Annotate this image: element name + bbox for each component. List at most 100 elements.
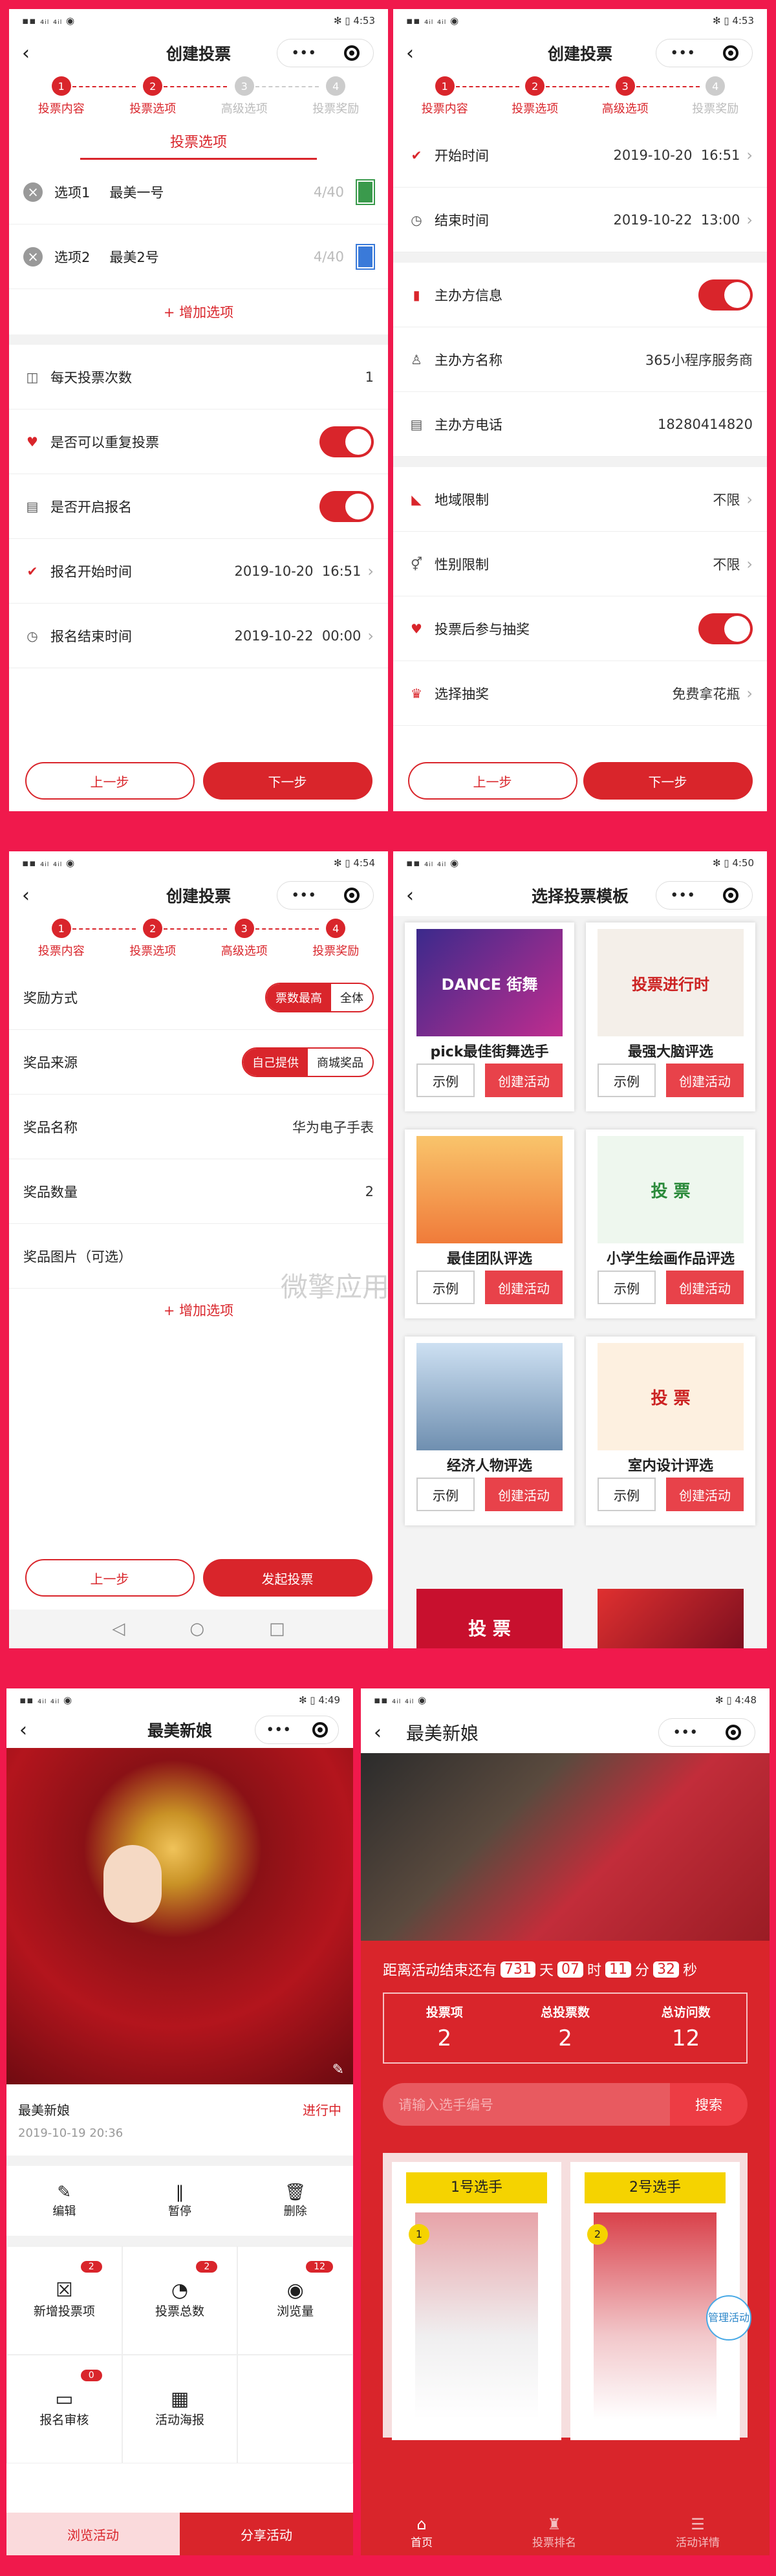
capsule-menu[interactable]: ••• bbox=[656, 881, 753, 910]
back-icon[interactable]: ‹ bbox=[374, 1721, 382, 1744]
edit-icon[interactable]: ✎ bbox=[332, 2062, 344, 2078]
region-row[interactable]: ◣ 地域限制 不限 › bbox=[393, 467, 767, 532]
host-name-input[interactable]: 365小程序服务商 bbox=[645, 350, 753, 369]
add-option-button[interactable]: + 增加选项 bbox=[9, 289, 388, 334]
lottery-toggle[interactable] bbox=[698, 613, 753, 644]
demo-button[interactable]: 示例 bbox=[416, 1478, 475, 1511]
registration-toggle[interactable] bbox=[319, 490, 374, 522]
more-icon[interactable]: ••• bbox=[673, 1725, 698, 1741]
back-triangle-icon[interactable]: ◁ bbox=[112, 1619, 125, 1639]
create-activity-button[interactable]: 创建活动 bbox=[485, 1478, 563, 1511]
template-card[interactable]: 投 票室内设计评选 示例 创建活动 bbox=[586, 1337, 755, 1525]
template-card[interactable]: DANCE 街舞 pick最佳街舞选手 示例 创建活动 bbox=[405, 922, 574, 1111]
close-target-icon[interactable] bbox=[343, 888, 360, 903]
back-icon[interactable]: ‹ bbox=[406, 884, 414, 907]
back-icon[interactable]: ‹ bbox=[22, 42, 30, 65]
close-target-icon[interactable] bbox=[312, 1722, 328, 1738]
cover-image: ✎ bbox=[6, 1748, 353, 2084]
capsule-menu[interactable]: ••• bbox=[255, 1716, 339, 1744]
more-icon[interactable]: ••• bbox=[291, 888, 316, 904]
create-activity-button[interactable]: 创建活动 bbox=[666, 1271, 744, 1304]
back-icon[interactable]: ‹ bbox=[19, 1719, 27, 1741]
demo-button[interactable]: 示例 bbox=[598, 1064, 656, 1097]
option-row-1[interactable]: × 选项1 最美一号 4/40 bbox=[9, 160, 388, 224]
back-icon[interactable]: ‹ bbox=[406, 42, 414, 65]
template-image bbox=[416, 1343, 563, 1450]
summary-box: 投票项 2 总投票数 2 总访问数 12 bbox=[383, 1992, 748, 2064]
choose-lottery-row[interactable]: ♛ 选择抽奖 免费拿花瓶 › bbox=[393, 661, 767, 726]
recent-square-icon[interactable]: □ bbox=[269, 1619, 285, 1639]
reward-method-switch[interactable]: 票数最高 全体 bbox=[265, 982, 374, 1012]
more-icon[interactable]: ••• bbox=[266, 1722, 291, 1738]
prev-button[interactable]: 上一步 bbox=[407, 762, 577, 800]
page-title: 创建投票 bbox=[166, 45, 231, 63]
player-card[interactable]: 1号选手 1 bbox=[392, 2162, 561, 2440]
start-time-row[interactable]: ✔ 开始时间 2019-10-20 16:51 › bbox=[393, 123, 767, 188]
delete-button[interactable]: 🗑 删除 bbox=[284, 2183, 307, 2219]
host-info-toggle[interactable] bbox=[698, 279, 753, 311]
capsule-menu[interactable]: ••• bbox=[277, 39, 374, 67]
template-card[interactable]: 投票进行时 最强大脑评选 示例 创建活动 bbox=[586, 922, 755, 1111]
template-card[interactable]: 最佳团队评选 示例 创建活动 bbox=[405, 1130, 574, 1318]
gender-row[interactable]: ⚥ 性别限制 不限 › bbox=[393, 532, 767, 596]
demo-button[interactable]: 示例 bbox=[598, 1271, 656, 1304]
browse-activity-button[interactable]: 浏览活动 bbox=[6, 2513, 180, 2555]
share-activity-button[interactable]: 分享活动 bbox=[180, 2513, 353, 2555]
prize-source-switch[interactable]: 自己提供 商城奖品 bbox=[242, 1047, 374, 1077]
tab-details[interactable]: ☰ 活动详情 bbox=[676, 2511, 720, 2555]
tab-home[interactable]: ⌂ 首页 bbox=[411, 2511, 433, 2555]
step-indicator: 1 投票内容 2 投票选项 3 高级选项 4 投票奖励 bbox=[9, 74, 388, 123]
capsule-menu[interactable]: ••• bbox=[277, 881, 374, 910]
stat-total-votes[interactable]: ◔ 投票总数 2 bbox=[122, 2246, 238, 2355]
next-button[interactable]: 下一步 bbox=[583, 762, 753, 800]
edit-button[interactable]: ✎ 编辑 bbox=[52, 2183, 76, 2219]
qr-image-icon[interactable] bbox=[356, 179, 375, 205]
remove-icon[interactable]: × bbox=[23, 182, 43, 202]
search-button[interactable]: 搜索 bbox=[670, 2083, 748, 2126]
stat-new-items[interactable]: ☒ 新增投票项 2 bbox=[6, 2246, 122, 2355]
tab-ranking[interactable]: ♜ 投票排名 bbox=[532, 2511, 576, 2555]
prize-name-input[interactable]: 华为电子手表 bbox=[292, 1117, 374, 1137]
demo-button[interactable]: 示例 bbox=[416, 1064, 475, 1097]
stat-poster[interactable]: ▦ 活动海报 bbox=[122, 2355, 238, 2463]
close-target-icon[interactable] bbox=[722, 888, 738, 903]
close-target-icon[interactable] bbox=[725, 1725, 741, 1740]
prize-qty-input[interactable]: 2 bbox=[365, 1184, 374, 1199]
remove-icon[interactable]: × bbox=[23, 246, 43, 267]
close-target-icon[interactable] bbox=[722, 45, 738, 61]
capsule-menu[interactable]: ••• bbox=[658, 1718, 755, 1747]
create-activity-button[interactable]: 创建活动 bbox=[485, 1064, 563, 1097]
template-card[interactable]: 投 票小学生绘画作品评选 示例 创建活动 bbox=[586, 1130, 755, 1318]
stat-registration-review[interactable]: ▭ 报名审核 0 bbox=[6, 2355, 122, 2463]
create-activity-button[interactable]: 创建活动 bbox=[666, 1064, 744, 1097]
search-input[interactable]: 请输入选手编号 bbox=[383, 2083, 670, 2126]
next-button[interactable]: 下一步 bbox=[202, 762, 372, 800]
end-time-row[interactable]: ◷ 结束时间 2019-10-22 13:00 › bbox=[393, 188, 767, 252]
option-row-2[interactable]: × 选项2 最美2号 4/40 bbox=[9, 224, 388, 289]
more-icon[interactable]: ••• bbox=[291, 45, 316, 61]
capsule-menu[interactable]: ••• bbox=[656, 39, 753, 67]
host-phone-input[interactable]: 18280414820 bbox=[658, 417, 753, 432]
prev-button[interactable]: 上一步 bbox=[25, 1559, 195, 1597]
publish-button[interactable]: 发起投票 bbox=[202, 1559, 372, 1597]
pause-button[interactable]: ‖ 暂停 bbox=[168, 2183, 191, 2219]
template-card[interactable]: 经济人物评选 示例 创建活动 bbox=[405, 1337, 574, 1525]
demo-button[interactable]: 示例 bbox=[416, 1271, 475, 1304]
create-activity-button[interactable]: 创建活动 bbox=[485, 1271, 563, 1304]
heart-icon: ♥ bbox=[411, 620, 422, 637]
back-icon[interactable]: ‹ bbox=[22, 884, 30, 907]
reg-start-row[interactable]: ✔ 报名开始时间 2019-10-20 16:51 › bbox=[9, 539, 388, 604]
create-activity-button[interactable]: 创建活动 bbox=[666, 1478, 744, 1511]
reg-end-row[interactable]: ◷ 报名结束时间 2019-10-22 00:00 › bbox=[9, 604, 388, 668]
prev-button[interactable]: 上一步 bbox=[25, 762, 195, 800]
stat-views[interactable]: ◉ 浏览量 12 bbox=[237, 2246, 353, 2355]
qr-image-icon[interactable] bbox=[356, 243, 375, 270]
manage-activity-button[interactable]: 管理活动 bbox=[706, 2295, 751, 2341]
daily-votes-input[interactable]: 1 bbox=[365, 369, 374, 385]
home-circle-icon[interactable]: ○ bbox=[189, 1619, 204, 1639]
repeat-vote-toggle[interactable] bbox=[319, 426, 374, 457]
close-target-icon[interactable] bbox=[343, 45, 360, 61]
demo-button[interactable]: 示例 bbox=[598, 1478, 656, 1511]
more-icon[interactable]: ••• bbox=[670, 888, 695, 904]
more-icon[interactable]: ••• bbox=[670, 45, 695, 61]
